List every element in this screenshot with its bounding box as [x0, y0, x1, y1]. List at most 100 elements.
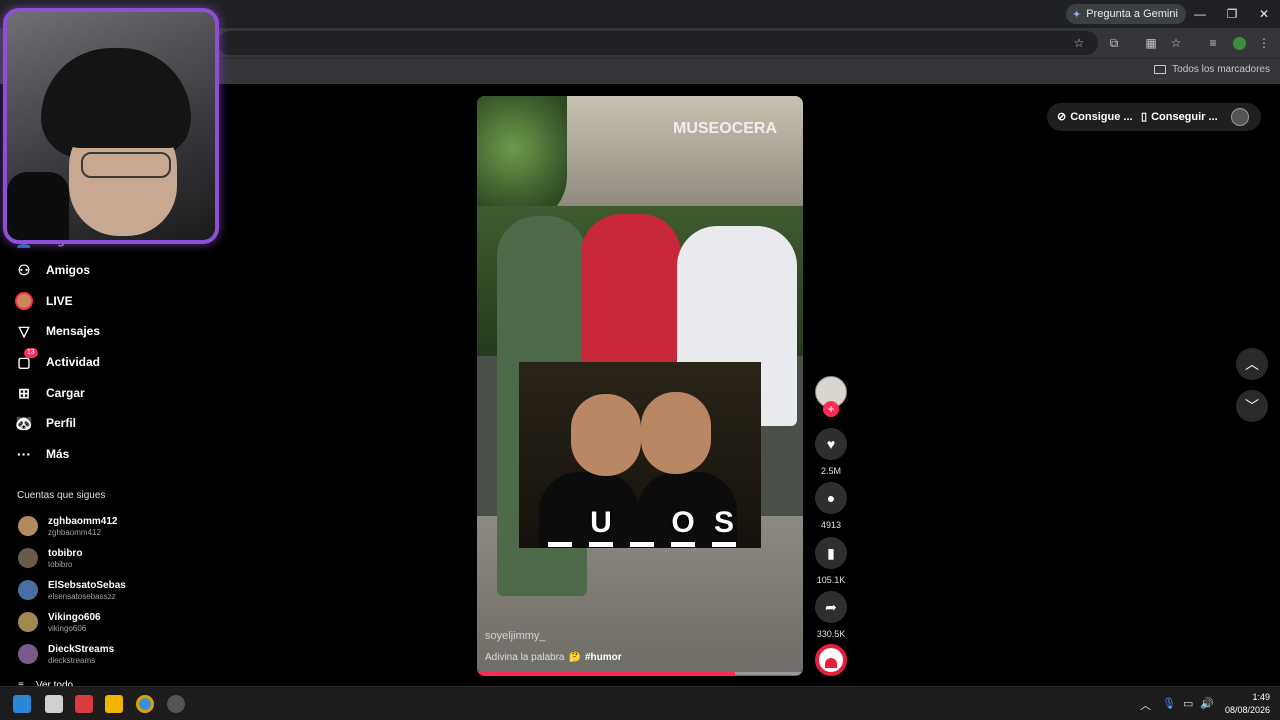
clock-time: 1:49: [1252, 692, 1270, 702]
minimize-icon[interactable]: —: [1188, 4, 1212, 24]
account-handle: zghbaomm412: [48, 527, 101, 537]
followed-account[interactable]: ElSebsatoSebas elsensatosebasszz: [18, 577, 126, 603]
sidebar-item-label: Actividad: [46, 355, 101, 369]
sidebar-item-friends[interactable]: ⚇ Amigos: [14, 258, 90, 282]
gemini-button[interactable]: ✦ Pregunta a Gemini: [1066, 4, 1186, 24]
get-coins-label: Consigue ...: [1070, 110, 1133, 123]
chevron-up-icon: ︿: [1245, 356, 1259, 372]
followed-account[interactable]: DieckStreams dieckstreams: [18, 641, 114, 667]
followed-account[interactable]: Vikingo606 vikingo606: [18, 609, 101, 635]
close-icon[interactable]: ✕: [1252, 4, 1276, 24]
media-control-icon[interactable]: ≡: [1204, 34, 1222, 52]
sidebar-item-label: Cargar: [46, 386, 85, 400]
address-bar[interactable]: [218, 31, 1098, 55]
account-handle: vikingo606: [48, 623, 87, 633]
phone-icon: ▯: [1141, 111, 1148, 123]
video-author[interactable]: soyeljimmy_: [485, 630, 546, 642]
volume-icon[interactable]: 🔊: [1200, 697, 1214, 710]
avatar: [18, 548, 38, 568]
windows-taskbar: ︿ 🎙 ▭ 🔊 1:49 08/08/2026: [0, 686, 1280, 720]
music-disc-icon[interactable]: [815, 644, 847, 676]
comment-count: 4913: [820, 520, 842, 530]
sidebar-item-activity[interactable]: ▢ 13 Actividad: [14, 348, 101, 374]
tab-search-icon[interactable]: ▦: [1142, 34, 1160, 52]
sidebar-item-profile[interactable]: 🐼 Perfil: [14, 411, 76, 435]
taskbar-clock[interactable]: 1:49 08/08/2026: [1225, 691, 1270, 717]
mic-icon[interactable]: 🎙: [1162, 697, 1176, 710]
avatar: [18, 516, 38, 536]
next-video-button[interactable]: ﹀: [1236, 390, 1268, 422]
gemini-label: Pregunta a Gemini: [1086, 8, 1178, 20]
sidebar-item-more[interactable]: ··· Más: [14, 442, 69, 466]
upload-icon: ⊞: [18, 384, 30, 401]
all-bookmarks-button[interactable]: Todos los marcadores: [1154, 64, 1270, 75]
coin-icon: ⊘: [1057, 111, 1067, 123]
video-person-center: [581, 214, 681, 374]
get-app-button[interactable]: ▯ Conseguir ...: [1141, 110, 1218, 124]
sidebar-item-label: Amigos: [46, 263, 91, 277]
webcam-person-bangs: [59, 92, 189, 148]
tray-chevron-icon[interactable]: ︿: [1140, 697, 1151, 713]
bookmarks-icon[interactable]: ☆: [1167, 34, 1185, 52]
restore-icon[interactable]: ❐: [1220, 4, 1244, 24]
get-coins-button[interactable]: ⊘ Consigue ...: [1057, 110, 1133, 124]
chevron-down-icon: ﹀: [1245, 398, 1259, 414]
webcam-overlay: [3, 8, 219, 244]
extensions-icon[interactable]: ⧉: [1105, 34, 1123, 52]
heart-icon: ♥: [826, 436, 836, 452]
comment-button[interactable]: ●: [815, 482, 847, 514]
sidebar-item-upload[interactable]: ⊞ Cargar: [14, 381, 85, 405]
like-count: 2.5M: [820, 466, 841, 476]
share-arrow-icon: ➦: [825, 598, 837, 615]
followed-account[interactable]: tobibro tobibro: [18, 545, 82, 571]
live-icon: [14, 291, 34, 311]
word-puzzle: U O S: [547, 508, 737, 548]
hashtag-link[interactable]: #humor: [585, 652, 622, 663]
avatar: [18, 644, 38, 664]
save-button[interactable]: ▮: [815, 537, 847, 569]
account-name: Vikingo606: [48, 611, 101, 623]
get-app-label: Conseguir ...: [1151, 110, 1218, 123]
sidebar-item-messages[interactable]: ▽ Mensajes: [14, 319, 100, 343]
puzzle-letter: S: [711, 508, 737, 548]
sidebar-item-label: Mensajes: [46, 324, 101, 338]
followed-account[interactable]: zghbaomm412 zghbaomm412: [18, 513, 117, 539]
puzzle-letter: [547, 508, 573, 548]
account-name: tobibro: [48, 547, 83, 559]
account-handle: elsensatosebasszz: [48, 591, 116, 601]
comment-icon: ●: [826, 490, 836, 506]
bookmark-star-icon[interactable]: ☆: [1070, 34, 1088, 52]
app-x-icon[interactable]: [75, 695, 93, 713]
video-progress-fill: [477, 672, 735, 675]
file-explorer-icon[interactable]: [105, 695, 123, 713]
share-button[interactable]: ➦: [815, 591, 847, 623]
puzzle-letter: U: [588, 508, 614, 548]
task-view-icon[interactable]: [45, 695, 63, 713]
obs-icon[interactable]: [167, 695, 185, 713]
video-progress-bar[interactable]: [477, 672, 803, 675]
account-name: zghbaomm412: [48, 515, 118, 527]
avatar: [18, 612, 38, 632]
video-caption: Adivina la palabra 🤔 #humor: [485, 652, 622, 663]
chrome-icon[interactable]: [136, 695, 154, 713]
user-avatar[interactable]: [1231, 108, 1249, 126]
sidebar-item-label: Más: [46, 447, 70, 461]
profile-avatar-icon[interactable]: [1230, 34, 1248, 52]
puzzle-letter: [629, 508, 655, 548]
menu-icon[interactable]: ⋮: [1255, 34, 1273, 52]
account-name: DieckStreams: [48, 643, 115, 655]
video-sign-text: MUSEOCERA: [673, 120, 778, 137]
gemini-icon: ✦: [1072, 8, 1082, 21]
network-icon[interactable]: ▭: [1183, 697, 1193, 710]
bookmark-icon: ▮: [827, 544, 835, 561]
activity-icon: ▢ 13: [14, 348, 38, 372]
all-bookmarks-label: Todos los marcadores: [1172, 64, 1270, 75]
like-button[interactable]: ♥: [815, 428, 847, 460]
sidebar-item-live[interactable]: LIVE: [14, 289, 73, 313]
follow-plus-icon[interactable]: +: [823, 401, 839, 417]
avatar: [18, 580, 38, 600]
video-player[interactable]: MUSEOCERA U O S soyeljimmy_ Adivina la p…: [477, 96, 803, 676]
previous-video-button[interactable]: ︿: [1236, 348, 1268, 380]
windows-start-icon[interactable]: [13, 695, 31, 713]
webcam-glasses: [81, 152, 171, 178]
